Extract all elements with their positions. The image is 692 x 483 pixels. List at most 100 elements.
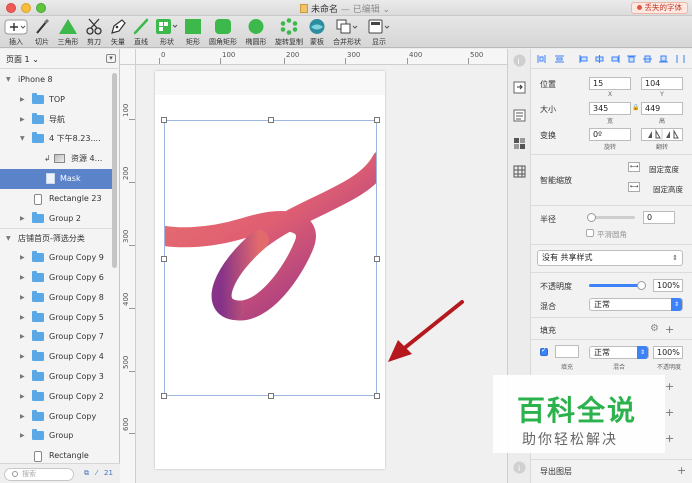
layer-row[interactable]: ▶ Group Copy — [0, 407, 112, 427]
disclosure-triangle-icon[interactable]: ▶ — [20, 248, 25, 268]
components-icon[interactable] — [513, 137, 526, 150]
oval-button[interactable]: 椭圆形 — [243, 18, 269, 47]
distribute-icon[interactable] — [676, 55, 685, 63]
layer-row[interactable]: ▶ Group 2 — [0, 209, 112, 229]
distribute-horizontal-icon[interactable] — [537, 55, 546, 63]
insert-button[interactable]: 插入 — [3, 18, 29, 47]
close-window-button[interactable] — [6, 3, 16, 13]
fill-color-swatch[interactable] — [555, 345, 579, 358]
disclosure-triangle-icon[interactable]: ▶ — [20, 110, 25, 130]
rotate-field[interactable]: 0º — [589, 128, 631, 141]
layer-row[interactable]: ↲ 资源 4... — [0, 149, 112, 169]
lock-ratio-icon[interactable]: 🔒 — [632, 104, 639, 111]
shapes-button[interactable]: 形状 — [155, 18, 179, 47]
resize-handle-top-right[interactable] — [374, 117, 380, 123]
filter-icon[interactable]: ⧉ — [84, 469, 89, 478]
layer-row[interactable]: ▶ Group Copy 3 — [0, 367, 112, 387]
pages-icon[interactable] — [513, 109, 526, 122]
x-field[interactable]: 15 — [589, 77, 631, 90]
layer-row[interactable]: ▶ 导航 — [0, 110, 112, 130]
disclosure-triangle-icon[interactable]: ▶ — [20, 268, 25, 288]
export-icon[interactable] — [513, 81, 526, 94]
opacity-slider-knob[interactable] — [637, 281, 646, 290]
resize-handle-bottom-left[interactable] — [161, 393, 167, 399]
canvas[interactable] — [136, 65, 507, 483]
triangle-button[interactable]: 三角形 — [56, 18, 80, 47]
add-border-icon[interactable]: + — [665, 381, 674, 392]
slice-filter-icon[interactable]: ⁄ — [96, 469, 97, 477]
align-center-horizontal-icon[interactable] — [595, 55, 604, 63]
layer-row[interactable]: ▶ Group Copy 7 — [0, 327, 112, 347]
resize-handle-bottom-right[interactable] — [374, 393, 380, 399]
scissors-button[interactable]: 剪刀 — [84, 18, 104, 47]
distribute-vertical-icon[interactable] — [555, 55, 564, 63]
opacity-field[interactable]: 100% — [653, 279, 683, 292]
rounded-rectangle-button[interactable]: 圆角矩形 — [206, 18, 240, 47]
gear-icon[interactable]: ⚙ — [650, 323, 659, 334]
disclosure-triangle-icon[interactable]: ▶ — [20, 308, 25, 328]
fix-width-toggle[interactable]: ⟷ — [628, 162, 640, 172]
layer-row[interactable]: ▶ Group Copy 6 — [0, 268, 112, 288]
disclosure-triangle-icon[interactable]: ▼ — [6, 229, 11, 249]
slice-button[interactable]: 切片 — [32, 18, 52, 47]
disclosure-triangle-icon[interactable]: ▶ — [20, 426, 25, 446]
resize-handle-top-left[interactable] — [161, 117, 167, 123]
layer-row[interactable]: Rectangle 23 — [0, 189, 112, 209]
mask-button[interactable]: 蒙板 — [306, 18, 328, 47]
rectangle-button[interactable]: 矩形 — [182, 18, 204, 47]
disclosure-triangle-icon[interactable]: ▶ — [20, 407, 25, 427]
align-right-icon[interactable] — [611, 55, 620, 63]
add-page-icon[interactable]: ▾ — [106, 54, 116, 63]
horizontal-ruler[interactable]: 0 100 200 300 400 500 — [120, 49, 507, 65]
fix-height-toggle[interactable]: ⟷ — [628, 182, 640, 192]
resize-handle-bottom[interactable] — [268, 393, 274, 399]
layer-row[interactable]: ▶ Group Copy 4 — [0, 347, 112, 367]
align-middle-icon[interactable] — [643, 55, 652, 63]
layer-search-input[interactable]: 搜索 — [4, 468, 74, 481]
layer-row[interactable]: ▼ 店铺首页-筛选分类 — [0, 228, 112, 248]
vertical-ruler[interactable]: 100 200 300 400 500 600 — [120, 65, 136, 483]
layer-row[interactable]: ▶ Group Copy 5 — [0, 308, 112, 328]
add-inner-shadow-icon[interactable]: + — [665, 433, 674, 444]
add-shadow-icon[interactable]: + — [665, 407, 674, 418]
vector-button[interactable]: 矢量 — [108, 18, 128, 47]
layer-row-selected[interactable]: Mask — [0, 168, 112, 189]
blend-mode-select[interactable]: 正常 ⇕ — [589, 298, 683, 311]
layer-list-scrollbar[interactable] — [112, 71, 118, 271]
add-export-icon[interactable]: + — [677, 465, 686, 476]
layer-row[interactable]: ▼ iPhone 8 — [0, 70, 112, 90]
disclosure-triangle-icon[interactable]: ▶ — [20, 288, 25, 308]
info-icon[interactable]: i — [513, 54, 526, 67]
combine-button[interactable]: 合并形状 — [330, 18, 364, 47]
layer-row[interactable]: ▶ TOP — [0, 90, 112, 110]
minimize-window-button[interactable] — [21, 3, 31, 13]
disclosure-triangle-icon[interactable]: ▶ — [20, 367, 25, 387]
fill-opacity-field[interactable]: 100% — [653, 346, 683, 359]
disclosure-triangle-icon[interactable]: ▶ — [20, 387, 25, 407]
scrollbar-thumb[interactable] — [112, 73, 117, 268]
disclosure-triangle-icon[interactable]: ▶ — [20, 347, 25, 367]
disclosure-triangle-icon[interactable]: ▶ — [20, 327, 25, 347]
line-button[interactable]: 直线 — [131, 18, 151, 47]
add-fill-icon[interactable]: + — [665, 324, 674, 335]
selection-box[interactable] — [161, 117, 380, 399]
disclosure-triangle-icon[interactable]: ▼ — [20, 129, 25, 149]
rotate-copy-button[interactable]: 旋转复制 — [272, 18, 306, 47]
fill-blend-select[interactable]: 正常 ⇕ — [589, 346, 649, 359]
resize-handle-right[interactable] — [374, 256, 380, 262]
grid-icon[interactable] — [513, 165, 526, 178]
view-button[interactable]: 显示 — [366, 18, 392, 47]
layer-row[interactable]: ▶ Group Copy 8 — [0, 288, 112, 308]
align-top-icon[interactable] — [627, 55, 636, 63]
smooth-corners-checkbox[interactable] — [586, 229, 594, 237]
resize-handle-top[interactable] — [268, 117, 274, 123]
pages-header[interactable]: 页面 1 ⌄ ▾ — [0, 49, 120, 69]
disclosure-triangle-icon[interactable]: ▶ — [20, 90, 25, 110]
radius-field[interactable]: 0 — [643, 211, 675, 224]
layer-row[interactable]: ▶ Group Copy 2 — [0, 387, 112, 407]
disclosure-triangle-icon[interactable]: ▶ — [20, 209, 25, 229]
y-field[interactable]: 104 — [641, 77, 683, 90]
missing-fonts-button[interactable]: 丢失的字体 — [630, 2, 688, 14]
layer-row[interactable]: ▶ Group Copy 9 — [0, 248, 112, 268]
height-field[interactable]: 449 — [641, 102, 683, 115]
